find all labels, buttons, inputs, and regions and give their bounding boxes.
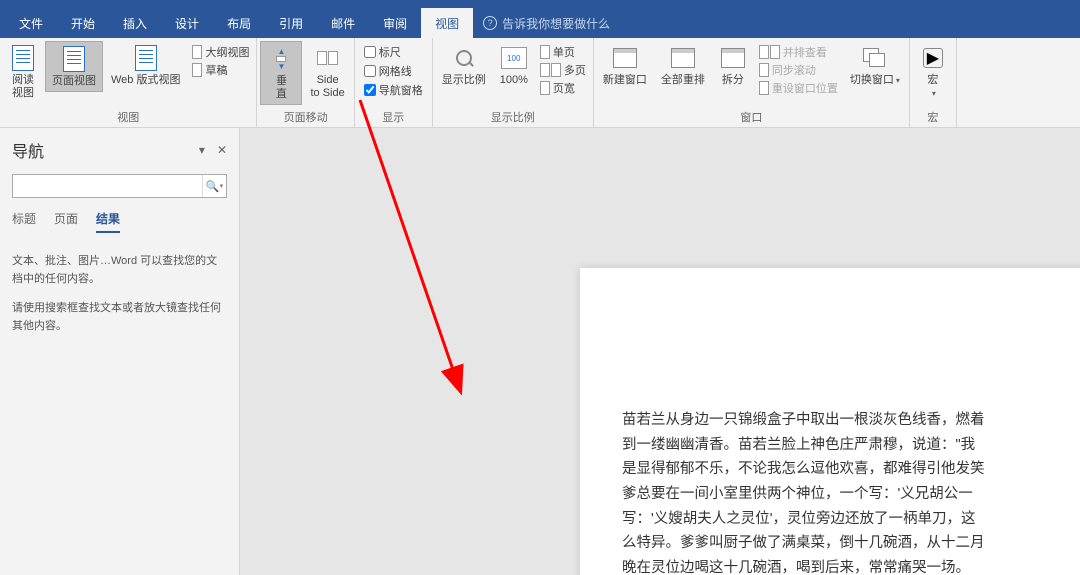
sync-scroll-button[interactable]: 同步滚动: [759, 62, 838, 78]
nav-search-box[interactable]: 🔍▾: [12, 174, 227, 198]
zoom-icon: [456, 50, 472, 66]
resetpos-icon: [759, 81, 769, 95]
group-macros-label: 宏: [913, 107, 953, 127]
group-window-label: 窗口: [597, 107, 906, 127]
ribbon: 阅读 视图 页面视图 Web 版式视图 大纲视图 草稿 视图: [0, 38, 1080, 128]
doc-line: 苗若兰从身边一只锦缎盒子中取出一根淡灰色线香，燃着: [622, 408, 1070, 433]
chevron-down-icon: ▾: [932, 89, 936, 98]
nav-help-text: 文本、批注、图片…Word 可以查找您的文档中的任何内容。 请使用搜索框查找文本…: [12, 253, 227, 335]
side-to-side-button[interactable]: Side to Side: [304, 41, 350, 103]
search-icon[interactable]: 🔍▾: [202, 175, 226, 197]
group-zoom: 显示比例 100 100% 单页 多页 页宽: [433, 38, 594, 127]
nav-tab-headings[interactable]: 标题: [12, 210, 36, 233]
web-layout-button[interactable]: Web 版式视图: [105, 41, 186, 90]
print-layout-icon: [63, 46, 85, 72]
tab-references[interactable]: 引用: [265, 8, 317, 38]
zoom-100-icon: 100: [501, 47, 527, 69]
print-layout-button[interactable]: 页面视图: [45, 41, 103, 92]
navpane-check-input[interactable]: [364, 84, 376, 96]
document-page[interactable]: 苗若兰从身边一只锦缎盒子中取出一根淡灰色线香，燃着 到一缕幽幽清香。苗若兰脸上神…: [580, 268, 1080, 575]
nav-tab-pages[interactable]: 页面: [54, 210, 78, 233]
side-by-side-button[interactable]: 并排查看: [759, 44, 838, 60]
ribbon-tab-bar: 文件 开始 插入 设计 布局 引用 邮件 审阅 视图 ? 告诉我你想要做什么: [0, 8, 1080, 38]
navpane-checkbox[interactable]: 导航窗格: [364, 82, 423, 98]
lightbulb-icon: ?: [483, 16, 497, 30]
vertical-button[interactable]: ▲▼ 垂 直: [260, 41, 302, 105]
tab-file[interactable]: 文件: [5, 8, 57, 38]
reset-window-button[interactable]: 重设窗口位置: [759, 80, 838, 96]
navigation-pane: 导航 ▾ ✕ 🔍▾ 标题 页面 结果 文本、批注、图片…Word 可以查找您的文…: [0, 128, 240, 575]
tab-mailings[interactable]: 邮件: [317, 8, 369, 38]
split-icon: [721, 48, 745, 68]
split-button[interactable]: 拆分: [713, 41, 753, 90]
macro-icon: ▶: [923, 48, 943, 68]
document-content[interactable]: 苗若兰从身边一只锦缎盒子中取出一根淡灰色线香，燃着 到一缕幽幽清香。苗若兰脸上神…: [622, 408, 1070, 575]
outline-icon: [192, 45, 202, 59]
new-window-button[interactable]: 新建窗口: [597, 41, 653, 90]
doc-line: 么特异。爹爹叫厨子做了满桌菜，倒十几碗酒，从十二月: [622, 531, 1070, 556]
multi-page-icon: [540, 63, 561, 77]
draft-icon: [192, 63, 202, 77]
group-window: 新建窗口 全部重排 拆分 并排查看 同步滚动: [594, 38, 910, 127]
gridlines-check-input[interactable]: [364, 65, 376, 77]
doc-line: 到一缕幽幽清香。苗若兰脸上神色庄严肃穆，说道："我: [622, 433, 1070, 458]
page-width-icon: [540, 81, 550, 95]
tell-me-label: 告诉我你想要做什么: [502, 15, 610, 32]
arrange-icon: [671, 48, 695, 68]
tab-insert[interactable]: 插入: [109, 8, 161, 38]
sidebyside-icon: [759, 45, 780, 59]
ruler-checkbox[interactable]: 标尺: [364, 44, 423, 60]
group-views: 阅读 视图 页面视图 Web 版式视图 大纲视图 草稿 视图: [0, 38, 257, 127]
nav-tabs: 标题 页面 结果: [12, 210, 227, 233]
switch-window-button[interactable]: 切换窗口▾: [844, 41, 906, 90]
page-width-button[interactable]: 页宽: [540, 80, 586, 96]
tab-home[interactable]: 开始: [57, 8, 109, 38]
tab-layout[interactable]: 布局: [213, 8, 265, 38]
tab-view[interactable]: 视图: [421, 8, 473, 38]
nav-tab-results[interactable]: 结果: [96, 210, 120, 233]
chevron-down-icon: ▾: [896, 76, 900, 85]
one-page-button[interactable]: 单页: [540, 44, 586, 60]
side-icon: [317, 51, 338, 65]
zoom-button[interactable]: 显示比例: [436, 41, 492, 90]
one-page-icon: [540, 45, 550, 59]
tab-review[interactable]: 审阅: [369, 8, 421, 38]
group-show-label: 显示: [358, 107, 429, 127]
main-area: 导航 ▾ ✕ 🔍▾ 标题 页面 结果 文本、批注、图片…Word 可以查找您的文…: [0, 128, 1080, 575]
doc-line: 是显得郁郁不乐，不论我怎么逗他欢喜，都难得引他发笑: [622, 457, 1070, 482]
arrange-all-button[interactable]: 全部重排: [655, 41, 711, 90]
tab-design[interactable]: 设计: [161, 8, 213, 38]
new-window-icon: [613, 48, 637, 68]
syncscroll-icon: [759, 63, 769, 77]
tell-me-search[interactable]: ? 告诉我你想要做什么: [483, 15, 610, 32]
switch-window-icon: [863, 48, 887, 68]
nav-dropdown-icon[interactable]: ▾: [199, 143, 205, 157]
doc-line: 爹总要在一间小室里供两个神位，一个写：'义兄胡公一: [622, 482, 1070, 507]
web-layout-icon: [135, 45, 157, 71]
doc-line: 晚在灵位边喝这十几碗酒，喝到后来，常常痛哭一场。: [622, 556, 1070, 575]
reading-view-icon: [12, 45, 34, 71]
draft-view-button[interactable]: 草稿: [192, 62, 249, 78]
group-page-move: ▲▼ 垂 直 Side to Side 页面移动: [257, 38, 354, 127]
group-pagemove-label: 页面移动: [260, 107, 350, 127]
title-bar: [0, 0, 1080, 8]
reading-view-button[interactable]: 阅读 视图: [3, 41, 43, 103]
gridlines-checkbox[interactable]: 网格线: [364, 63, 423, 79]
nav-pane-title: 导航: [12, 138, 44, 162]
nav-search-input[interactable]: [13, 175, 202, 197]
doc-line: 写：'义嫂胡夫人之灵位'，灵位旁边还放了一柄单刀，这: [622, 507, 1070, 532]
group-zoom-label: 显示比例: [436, 107, 590, 127]
group-show: 标尺 网格线 导航窗格 显示: [355, 38, 433, 127]
vertical-icon: ▲▼: [273, 47, 289, 71]
outline-view-button[interactable]: 大纲视图: [192, 44, 249, 60]
ruler-check-input[interactable]: [364, 46, 376, 58]
nav-close-icon[interactable]: ✕: [217, 143, 227, 157]
group-macros: ▶ 宏▾ 宏: [910, 38, 957, 127]
group-views-label: 视图: [3, 107, 253, 127]
macros-button[interactable]: ▶ 宏▾: [913, 41, 953, 103]
multi-page-button[interactable]: 多页: [540, 62, 586, 78]
zoom-100-button[interactable]: 100 100%: [494, 41, 534, 90]
document-area[interactable]: 苗若兰从身边一只锦缎盒子中取出一根淡灰色线香，燃着 到一缕幽幽清香。苗若兰脸上神…: [240, 128, 1080, 575]
